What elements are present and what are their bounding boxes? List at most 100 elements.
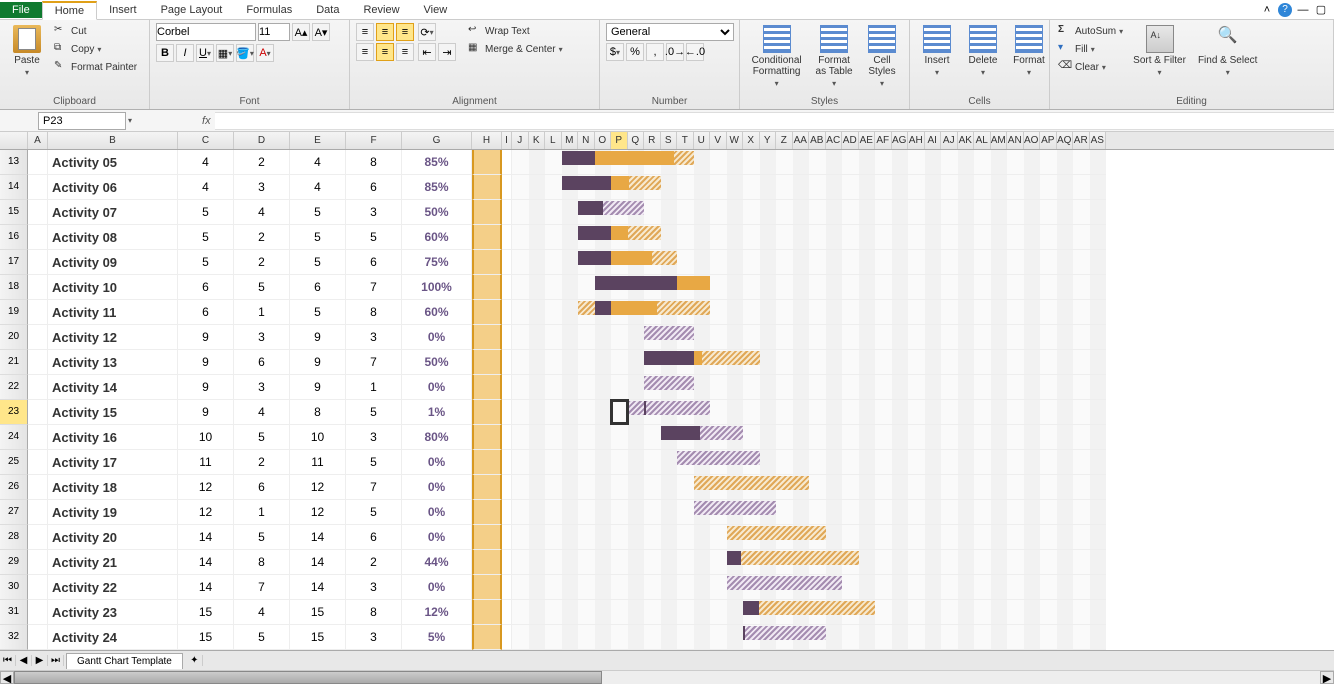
highlight-col[interactable] [472, 600, 502, 625]
row-header[interactable]: 17 [0, 250, 28, 275]
row-header[interactable]: 25 [0, 450, 28, 475]
col-header-Q[interactable]: Q [628, 132, 645, 149]
row-header[interactable]: 31 [0, 600, 28, 625]
cell-e[interactable]: 14 [290, 575, 346, 600]
gantt-area[interactable] [512, 625, 1106, 650]
align-center-button[interactable]: ≡ [376, 43, 394, 61]
cell-c[interactable]: 9 [178, 350, 234, 375]
col-header-AL[interactable]: AL [974, 132, 991, 149]
cell-f[interactable]: 5 [346, 225, 402, 250]
col-header-T[interactable]: T [677, 132, 694, 149]
highlight-col[interactable] [472, 350, 502, 375]
merge-center-button[interactable]: ▦Merge & Center▾ [466, 41, 565, 57]
cell-c[interactable]: 12 [178, 500, 234, 525]
activity-name[interactable]: Activity 11 [48, 300, 178, 325]
col-header-G[interactable]: G [402, 132, 472, 149]
row-header[interactable]: 23 [0, 400, 28, 425]
col-header-Y[interactable]: Y [760, 132, 777, 149]
col-header-P[interactable]: P [611, 132, 628, 149]
row-header[interactable]: 32 [0, 625, 28, 650]
align-right-button[interactable]: ≡ [396, 43, 414, 61]
cell-f[interactable]: 6 [346, 175, 402, 200]
cell-c[interactable]: 6 [178, 300, 234, 325]
highlight-col[interactable] [472, 375, 502, 400]
activity-name[interactable]: Activity 06 [48, 175, 178, 200]
cell-d[interactable]: 5 [234, 525, 290, 550]
underline-button[interactable]: U▾ [196, 44, 214, 62]
cell-d[interactable]: 3 [234, 175, 290, 200]
activity-name[interactable]: Activity 07 [48, 200, 178, 225]
cell-d[interactable]: 7 [234, 575, 290, 600]
cell-pct[interactable]: 1% [402, 400, 472, 425]
highlight-col[interactable] [472, 250, 502, 275]
decrease-font-button[interactable]: A▾ [312, 23, 330, 41]
cell-pct[interactable]: 5% [402, 625, 472, 650]
cell-d[interactable]: 1 [234, 300, 290, 325]
cell-e[interactable]: 9 [290, 350, 346, 375]
col-header-AA[interactable]: AA [793, 132, 810, 149]
col-header-AR[interactable]: AR [1073, 132, 1090, 149]
gantt-area[interactable] [512, 350, 1106, 375]
cell-pct[interactable]: 85% [402, 150, 472, 175]
tab-file[interactable]: File [0, 2, 42, 18]
align-top-button[interactable]: ≡ [356, 23, 374, 41]
cell-f[interactable]: 7 [346, 475, 402, 500]
cell-d[interactable]: 4 [234, 400, 290, 425]
minimize-ribbon-icon[interactable]: ˄ [1260, 3, 1274, 17]
cell-pct[interactable]: 50% [402, 200, 472, 225]
cell-pct[interactable]: 75% [402, 250, 472, 275]
name-box[interactable]: P23 [38, 112, 126, 130]
activity-name[interactable]: Activity 15 [48, 400, 178, 425]
cell-c[interactable]: 14 [178, 575, 234, 600]
col-header-AM[interactable]: AM [991, 132, 1008, 149]
fx-icon[interactable]: fx [202, 115, 211, 127]
row-header[interactable]: 30 [0, 575, 28, 600]
cell-f[interactable]: 6 [346, 525, 402, 550]
number-format-combo[interactable]: General [606, 23, 734, 41]
cell-c[interactable]: 6 [178, 275, 234, 300]
activity-name[interactable]: Activity 12 [48, 325, 178, 350]
tab-data[interactable]: Data [304, 2, 351, 18]
highlight-col[interactable] [472, 550, 502, 575]
cell-pct[interactable]: 60% [402, 300, 472, 325]
comma-button[interactable]: , [646, 43, 664, 61]
cell-f[interactable]: 8 [346, 600, 402, 625]
tab-formulas[interactable]: Formulas [234, 2, 304, 18]
col-header-D[interactable]: D [234, 132, 290, 149]
col-header-J[interactable]: J [512, 132, 529, 149]
border-button[interactable]: ▦▾ [216, 44, 234, 62]
gantt-area[interactable] [512, 200, 1106, 225]
cell-e[interactable]: 5 [290, 300, 346, 325]
increase-indent-button[interactable]: ⇥ [438, 43, 456, 61]
col-header-AJ[interactable]: AJ [941, 132, 958, 149]
cell-c[interactable]: 4 [178, 150, 234, 175]
align-middle-button[interactable]: ≡ [376, 23, 394, 41]
cell-f[interactable]: 7 [346, 350, 402, 375]
row-header[interactable]: 29 [0, 550, 28, 575]
cell-d[interactable]: 4 [234, 600, 290, 625]
cell-e[interactable]: 11 [290, 450, 346, 475]
gantt-area[interactable] [512, 325, 1106, 350]
gantt-area[interactable] [512, 525, 1106, 550]
activity-name[interactable]: Activity 17 [48, 450, 178, 475]
activity-name[interactable]: Activity 23 [48, 600, 178, 625]
cell-e[interactable]: 6 [290, 275, 346, 300]
cell-c[interactable]: 12 [178, 475, 234, 500]
row-header[interactable]: 28 [0, 525, 28, 550]
tab-view[interactable]: View [412, 2, 460, 18]
col-header-V[interactable]: V [710, 132, 727, 149]
font-size-combo[interactable] [258, 23, 290, 41]
row-header[interactable]: 21 [0, 350, 28, 375]
cell-e[interactable]: 5 [290, 200, 346, 225]
highlight-col[interactable] [472, 175, 502, 200]
cell-f[interactable]: 8 [346, 150, 402, 175]
currency-button[interactable]: $▾ [606, 43, 624, 61]
copy-button[interactable]: Copy▾ [52, 41, 139, 57]
bold-button[interactable]: B [156, 44, 174, 62]
cell-d[interactable]: 5 [234, 275, 290, 300]
cell-c[interactable]: 15 [178, 600, 234, 625]
col-header-X[interactable]: X [743, 132, 760, 149]
highlight-col[interactable] [472, 475, 502, 500]
row-header[interactable]: 15 [0, 200, 28, 225]
activity-name[interactable]: Activity 24 [48, 625, 178, 650]
